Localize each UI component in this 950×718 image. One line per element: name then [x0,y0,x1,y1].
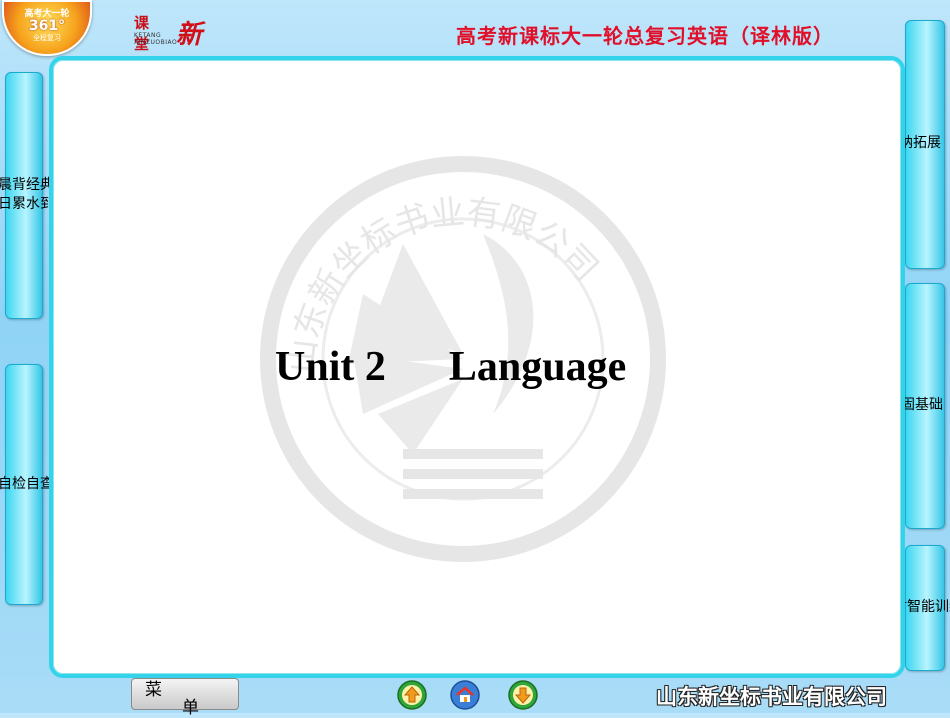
down-arrow-icon[interactable] [508,680,538,710]
menu-char2: 单 [182,698,199,718]
course-title: 高考新课标大一轮总复习英语（译林版） [456,24,834,48]
menu-char1: 菜 [145,680,162,700]
brand-line2: KETANG XINZUOBIAO [134,32,178,46]
slide-title: Unit 2 Language [275,344,627,390]
up-arrow-icon[interactable] [397,680,427,710]
top-bar: 高考大一轮 361° 全程复习 课堂 KETANG XINZUOBIAO 新坐标… [0,0,950,124]
logo-badge: 高考大一轮 361° 全程复习 [2,0,92,56]
badge-line2: 361° [28,18,66,34]
home-icon[interactable] [450,680,480,710]
publisher-name: 山东新坐标书业有限公司 [656,685,887,709]
slide-frame: 山东新坐标书业有限公司 Unit 2 Language [49,56,905,678]
menu-button[interactable]: 菜 单 [131,678,239,718]
badge-line3: 全程复习 [33,34,61,42]
